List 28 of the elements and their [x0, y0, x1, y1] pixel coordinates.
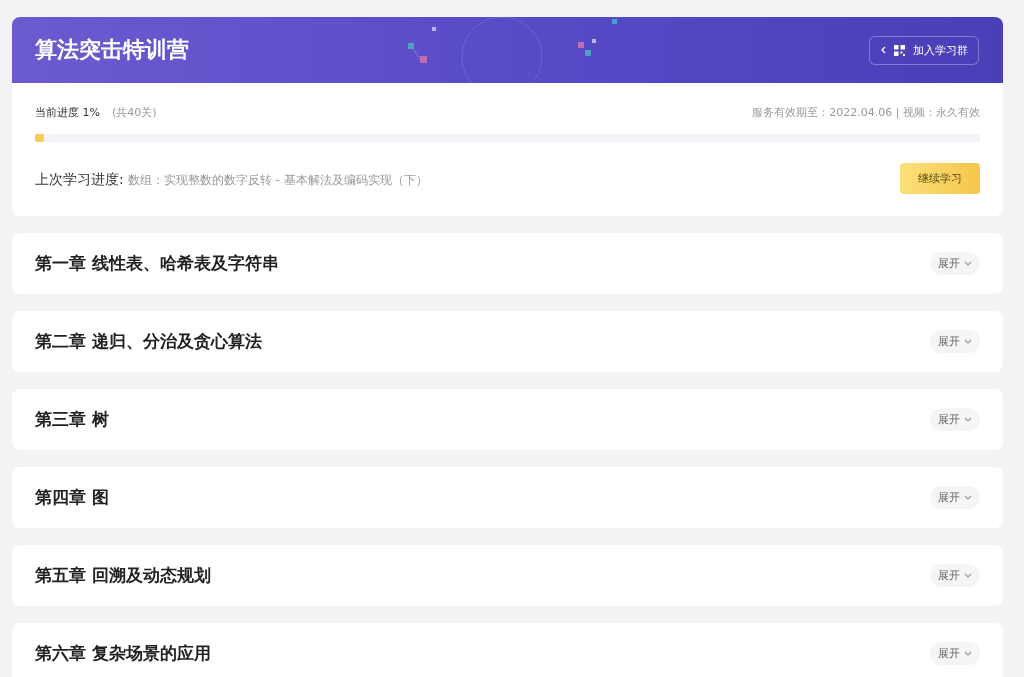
chevron-down-icon — [964, 651, 972, 656]
last-lesson-text: 数组：实现整数的数字反转 - 基本解法及编码实现（下） — [127, 172, 428, 187]
lesson-count: (共40关) — [111, 106, 157, 119]
last-progress-label: 上次学习进度: — [35, 170, 124, 187]
progress-label: 当前进度 1% — [35, 106, 100, 119]
chapter-title: 第六章 复杂场景的应用 — [35, 642, 211, 665]
chevron-down-icon — [964, 417, 972, 422]
chevron-down-icon — [964, 495, 972, 500]
join-group-button[interactable]: 加入学习群 — [869, 35, 979, 65]
expand-button[interactable]: 展开 — [930, 564, 980, 587]
chevron-down-icon — [964, 573, 972, 578]
chapter-title: 第二章 递归、分治及贪心算法 — [35, 330, 262, 353]
course-title: 算法突击特训营 — [35, 36, 189, 64]
qr-code-icon — [894, 44, 905, 56]
expand-button[interactable]: 展开 — [930, 408, 980, 431]
validity-text: 服务有效期至：2022.04.06 | 视频：永久有效 — [752, 105, 980, 120]
chevron-down-icon — [964, 339, 972, 344]
expand-button[interactable]: 展开 — [930, 642, 980, 665]
chapter-title: 第四章 图 — [35, 486, 109, 509]
chapter-title: 第三章 树 — [35, 408, 109, 431]
chapter-title: 第一章 线性表、哈希表及字符串 — [35, 252, 279, 275]
expand-button[interactable]: 展开 — [930, 330, 980, 353]
chapter-title: 第五章 回溯及动态规划 — [35, 564, 211, 587]
expand-button[interactable]: 展开 — [930, 486, 980, 509]
chevron-down-icon — [964, 261, 972, 266]
continue-button[interactable]: 继续学习 — [900, 163, 980, 194]
expand-button[interactable]: 展开 — [930, 252, 980, 275]
chevron-left-icon — [880, 46, 886, 54]
